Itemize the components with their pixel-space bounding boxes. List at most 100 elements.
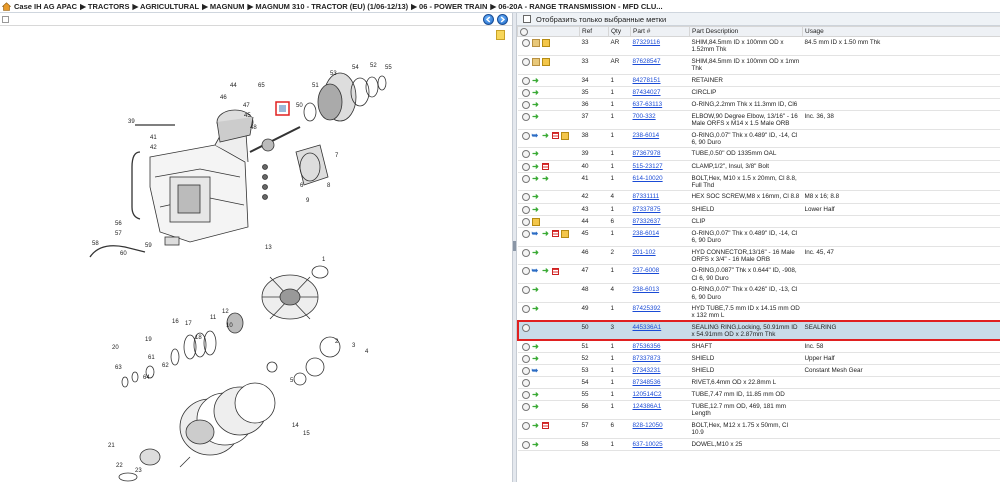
add-to-cart-arrow-icon[interactable]: ➜ bbox=[532, 390, 540, 399]
package-icon[interactable] bbox=[560, 131, 569, 140]
list-icon[interactable] bbox=[551, 132, 559, 140]
add-to-cart-arrow-icon[interactable]: ➜ bbox=[532, 402, 540, 411]
add-to-cart-arrow-icon[interactable]: ➜ bbox=[542, 174, 550, 183]
row-part-number[interactable]: 87343231 bbox=[633, 367, 661, 374]
package-icon[interactable] bbox=[541, 57, 550, 66]
list-icon[interactable] bbox=[551, 230, 559, 238]
table-row[interactable]: ➜ ➜ 41 1 614-10020 BOLT,Hex, M10 x 1.5 x 20mm… bbox=[517, 172, 1000, 192]
add-to-cart-arrow-icon[interactable]: ➜ bbox=[532, 248, 540, 257]
add-to-cart-arrow-icon[interactable]: ➜ bbox=[532, 174, 540, 183]
row-part-number[interactable]: 87337875 bbox=[633, 206, 661, 213]
package-icon[interactable] bbox=[531, 217, 540, 226]
table-row[interactable]: ➜ 37 1 700-332 ELBOW,90 Degree Elbow, 13/16"… bbox=[517, 110, 1000, 130]
magnify-icon[interactable] bbox=[521, 421, 530, 430]
row-part-number[interactable]: 637-63113 bbox=[633, 101, 663, 108]
table-row[interactable]: ➜ 57 6 828-12050 BOLT,Hex, M12 x 1.75 x 50mm… bbox=[517, 419, 1000, 439]
row-part-number[interactable]: 515-23127 bbox=[633, 163, 663, 170]
row-part-number[interactable]: 87434027 bbox=[633, 89, 661, 96]
add-to-cart-arrow-icon[interactable]: ➜ bbox=[532, 193, 540, 201]
breadcrumb-item[interactable]: Case IH AG APAC bbox=[14, 2, 77, 11]
table-row[interactable]: ➜ 36 1 637-63113 O-RING,2.2mm Thk x 11.3mm I… bbox=[517, 98, 1000, 111]
list-icon[interactable] bbox=[551, 267, 559, 275]
add-to-cart-arrow-icon[interactable]: ➜ bbox=[532, 88, 540, 97]
row-part-number[interactable]: 84278151 bbox=[633, 77, 661, 84]
table-row[interactable]: ➜ 52 1 87337873 SHIELD Upper Half bbox=[517, 352, 1000, 365]
row-part-number[interactable]: 238-6013 bbox=[633, 286, 660, 293]
exploded-parts-diagram[interactable]: 444645 474865 505154 5352 55 414239 56575… bbox=[0, 27, 512, 482]
magnify-icon[interactable] bbox=[521, 323, 530, 332]
magnify-icon[interactable] bbox=[521, 390, 530, 399]
add-to-cart-arrow-icon[interactable]: ➜ bbox=[532, 286, 540, 294]
table-row[interactable]: ➜ 46 2 201-102 HYD CONNECTOR,13/16" - 16 Mal… bbox=[517, 246, 1000, 266]
row-part-number[interactable]: 87536356 bbox=[633, 343, 661, 350]
next-diagram-button[interactable] bbox=[497, 14, 508, 25]
magnify-icon[interactable] bbox=[521, 39, 530, 47]
add-to-cart-arrow-icon[interactable]: ➜ bbox=[532, 421, 540, 430]
table-row[interactable]: 33 AR 87329116 SHIM,84.5mm ID x 100mm OD x … bbox=[517, 36, 1000, 56]
magnify-icon[interactable] bbox=[521, 88, 530, 97]
table-row[interactable]: 44 6 87332637 CLIP bbox=[517, 215, 1000, 228]
magnify-icon[interactable] bbox=[521, 402, 530, 411]
header-usage[interactable]: Usage bbox=[802, 26, 1000, 37]
row-part-number[interactable]: 87337873 bbox=[633, 355, 661, 362]
table-row[interactable]: ➜ 35 1 87434027 CIRCLIP bbox=[517, 86, 1000, 99]
row-part-number[interactable]: 87348536 bbox=[633, 379, 661, 386]
row-part-number[interactable]: 87425392 bbox=[633, 305, 661, 312]
info-icon[interactable]: ➥ bbox=[532, 131, 540, 140]
header-part-number[interactable]: Part # bbox=[630, 26, 690, 37]
magnify-icon[interactable] bbox=[521, 193, 530, 202]
magnify-icon[interactable] bbox=[521, 366, 530, 375]
row-part-number[interactable]: 87332637 bbox=[633, 218, 661, 225]
divider-grip-icon[interactable] bbox=[513, 241, 516, 251]
row-part-number[interactable]: 120514C2 bbox=[633, 391, 662, 398]
list-icon[interactable] bbox=[541, 422, 549, 430]
breadcrumb-item[interactable]: ▶ 06 - POWER TRAIN bbox=[411, 2, 487, 11]
row-part-number[interactable]: 637-10025 bbox=[633, 441, 663, 448]
breadcrumb-item[interactable]: ▶ AGRICULTURAL bbox=[132, 2, 199, 11]
magnify-icon[interactable] bbox=[521, 286, 530, 295]
magnify-icon[interactable] bbox=[521, 131, 530, 140]
add-to-cart-arrow-icon[interactable]: ➜ bbox=[542, 131, 550, 140]
magnify-icon[interactable] bbox=[521, 76, 530, 85]
header-ref[interactable]: Ref bbox=[579, 26, 609, 37]
breadcrumb-item[interactable]: ▶ 06-20A - RANGE TRANSMISSION - MFD CLU.… bbox=[490, 2, 662, 11]
table-row[interactable]: ➜ 51 1 87536356 SHAFT Inc. 58 bbox=[517, 340, 1000, 353]
breadcrumb-item[interactable]: ▶ TRACTORS bbox=[80, 2, 129, 11]
add-to-cart-arrow-icon[interactable]: ➜ bbox=[542, 229, 550, 238]
add-to-cart-arrow-icon[interactable]: ➜ bbox=[532, 342, 540, 351]
add-to-cart-arrow-icon[interactable]: ➜ bbox=[532, 440, 540, 449]
breadcrumb-item[interactable]: ▶ MAGNUM 310 - TRACTOR (EU) (1/06-12/13) bbox=[248, 2, 409, 11]
table-row[interactable]: ➜ 48 4 238-6013 O-RING,0.07" Thk x 0.426" ID… bbox=[517, 283, 1000, 303]
row-part-number[interactable]: 201-102 bbox=[633, 249, 656, 256]
row-part-number[interactable]: 87628547 bbox=[633, 58, 661, 65]
table-row[interactable]: 33 AR 87628547 SHIM,84.5mm ID x 100mm OD x … bbox=[517, 55, 1000, 75]
header-qty[interactable]: Qty bbox=[608, 26, 631, 37]
add-to-cart-arrow-icon[interactable]: ➜ bbox=[532, 76, 540, 85]
magnify-icon[interactable] bbox=[521, 229, 530, 238]
table-row[interactable]: ➜ 58 1 637-10025 DOWEL,M10 x 25 bbox=[517, 438, 1000, 451]
magnify-icon[interactable] bbox=[521, 205, 530, 214]
table-row[interactable]: ➜ 43 1 87337875 SHIELD Lower Half bbox=[517, 203, 1000, 216]
add-to-cart-arrow-icon[interactable]: ➜ bbox=[532, 100, 540, 109]
table-row[interactable]: ➥ ➜ 45 1 238-6014 O-RING,0.07" Thk x 0.489" I… bbox=[517, 227, 1000, 247]
row-part-number[interactable]: 238-6014 bbox=[633, 132, 660, 139]
magnify-icon[interactable] bbox=[521, 248, 530, 257]
table-row[interactable]: 54 1 87348536 RIVET,6.4mm OD x 22.8mm L bbox=[517, 376, 1000, 389]
magnify-icon[interactable] bbox=[521, 304, 530, 313]
magnify-icon[interactable] bbox=[521, 267, 530, 276]
gear-icon[interactable] bbox=[520, 27, 528, 36]
magnify-icon[interactable] bbox=[521, 162, 530, 171]
magnify-icon[interactable] bbox=[521, 150, 530, 159]
row-part-number[interactable]: 87329116 bbox=[633, 39, 661, 46]
magnify-icon[interactable] bbox=[521, 378, 530, 387]
magnify-icon[interactable] bbox=[521, 174, 530, 183]
table-row[interactable]: ➜ 42 4 87331111 HEX SOC SCREW,M8 x 16mm, Cl … bbox=[517, 190, 1000, 204]
pin-icon[interactable] bbox=[2, 16, 9, 23]
previous-diagram-button[interactable] bbox=[483, 14, 494, 25]
list-icon[interactable] bbox=[541, 163, 549, 171]
magnify-icon[interactable] bbox=[521, 100, 530, 109]
magnify-icon[interactable] bbox=[521, 342, 530, 351]
breadcrumb-item[interactable]: ▶ MAGNUM bbox=[202, 2, 244, 11]
package-icon[interactable] bbox=[541, 39, 550, 47]
add-to-cart-arrow-icon[interactable]: ➜ bbox=[542, 267, 550, 275]
